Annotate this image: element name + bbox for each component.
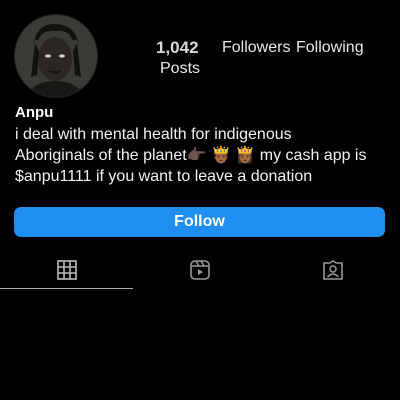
profile-bio: i deal with mental health for indigenous… [15, 124, 390, 187]
tab-reels[interactable] [180, 256, 220, 284]
tagged-icon [323, 260, 343, 280]
profile-tabs [0, 256, 400, 290]
grid-icon [57, 260, 77, 280]
avatar-photo [15, 15, 97, 97]
avatar[interactable] [14, 14, 98, 98]
profile-name: Anpu [15, 104, 54, 121]
follow-button[interactable]: Follow [14, 207, 385, 237]
tab-posts-grid[interactable] [47, 256, 87, 284]
active-tab-indicator [0, 288, 133, 289]
bio-line: i deal with mental health for indigenous [15, 126, 292, 143]
following-label[interactable]: Following [296, 39, 364, 57]
posts-count[interactable]: 1,042 [156, 38, 199, 58]
bio-line: $anpu1111 if you want to leave a donatio… [15, 168, 313, 185]
tab-tagged[interactable] [313, 256, 353, 284]
posts-label[interactable]: Posts [160, 60, 200, 78]
reels-icon [190, 260, 210, 280]
followers-label[interactable]: Followers [222, 39, 290, 57]
bio-line: Aboriginals of the planet👉🏿 🤴🏾 👸🏾 my cas… [15, 147, 367, 164]
